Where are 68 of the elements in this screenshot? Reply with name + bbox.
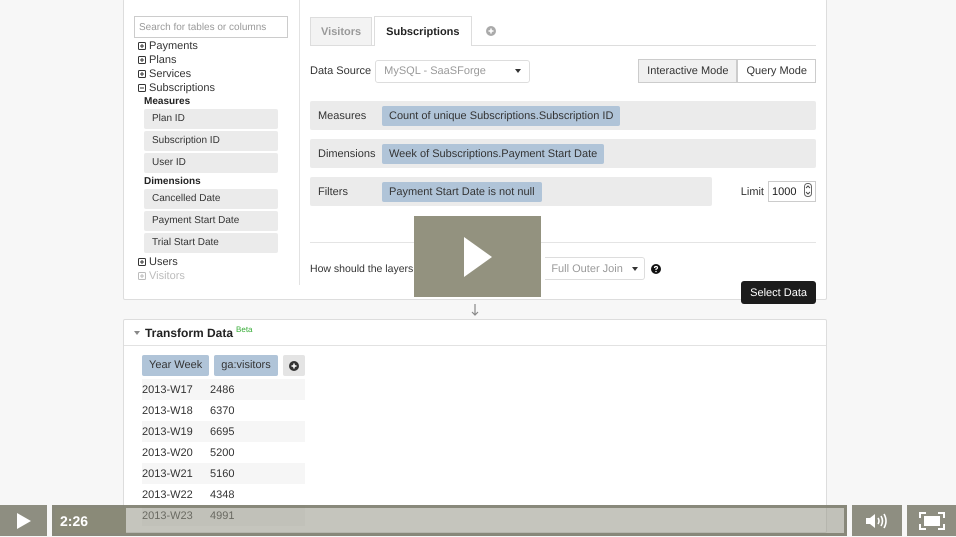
column-item[interactable]: Plan ID	[144, 109, 278, 129]
play-icon	[16, 512, 30, 528]
table-cell: 5160	[210, 468, 234, 480]
mode-button[interactable]: Interactive Mode	[638, 59, 738, 83]
limit-field[interactable]: 1000	[768, 181, 816, 202]
table-cell: 6695	[210, 426, 234, 438]
table-item[interactable]: Plans	[149, 54, 177, 66]
spinner-icon[interactable]	[804, 183, 812, 200]
column-item[interactable]: Cancelled Date	[144, 189, 278, 209]
minus-box-icon[interactable]	[138, 84, 146, 92]
fullscreen-button[interactable]	[907, 505, 956, 536]
column-item[interactable]: Payment Start Date	[144, 211, 278, 231]
table-cell-text: 2013-W19	[142, 426, 194, 438]
table-cell: 2486	[210, 384, 234, 396]
table-cell: 5200	[210, 446, 234, 458]
column-header[interactable]: ga:visitors	[214, 355, 278, 376]
table-cell-text: 2013-W18	[142, 404, 194, 416]
search-field[interactable]: Search for tables or columns	[134, 16, 288, 38]
row-label: Filters	[318, 186, 349, 198]
column-header[interactable]: Year Week	[142, 355, 210, 376]
table-cell: 6370	[210, 404, 234, 416]
table-cell: 4991	[210, 510, 234, 522]
table-cell: 4348	[210, 488, 234, 500]
volume-button[interactable]	[852, 505, 902, 536]
caret-icon	[515, 69, 522, 73]
plus-box-icon[interactable]	[138, 56, 146, 64]
caret-icon	[632, 266, 638, 270]
speaker-icon	[866, 512, 888, 528]
group-heading: Measures	[143, 95, 192, 109]
data-source-label: Data Source	[310, 65, 372, 77]
query-pill[interactable]: Count of unique Subscriptions.Subscription ID	[382, 106, 620, 126]
mode-button[interactable]: Query Mode	[737, 59, 816, 83]
play-icon	[464, 236, 492, 276]
column-item[interactable]: User ID	[144, 153, 278, 173]
table-item[interactable]: Users	[149, 256, 178, 268]
plus-box-icon[interactable]	[138, 70, 146, 78]
help-icon[interactable]	[651, 264, 662, 274]
plus-box-icon[interactable]	[138, 258, 146, 266]
time-label: 2:26	[60, 512, 88, 528]
play-overlay-button[interactable]	[414, 216, 541, 297]
play-button[interactable]	[0, 505, 47, 536]
add-column-button[interactable]	[282, 355, 305, 376]
layer-tab[interactable]: Subscriptions	[374, 16, 472, 46]
fullscreen-icon	[918, 512, 944, 530]
column-item[interactable]: Subscription ID	[144, 131, 278, 151]
table-cell-text: 2013-W21	[142, 468, 194, 480]
row-label: Dimensions	[318, 148, 376, 160]
section-title: Transform Data	[145, 326, 234, 340]
column-item[interactable]: Trial Start Date	[144, 233, 278, 253]
table-item[interactable]: Services	[149, 68, 192, 80]
table-cell-text: 2013-W22	[142, 488, 194, 500]
row-label: Measures	[318, 110, 368, 122]
table-item[interactable]: Subscriptions	[149, 82, 216, 94]
query-pill[interactable]: Week of Subscriptions.Payment Start Date	[382, 144, 604, 164]
table-cell-text: 2013-W20	[142, 446, 194, 458]
down-arrow-icon	[471, 304, 479, 316]
merge-question: How should the layers	[310, 262, 414, 274]
collapse-triangle-icon[interactable]	[134, 330, 140, 334]
beta-label: Beta	[236, 325, 252, 334]
group-heading: Dimensions	[143, 175, 202, 189]
select-data-button[interactable]: Select Data	[741, 281, 816, 304]
table-item[interactable]: Payments	[149, 40, 198, 52]
plus-box-icon[interactable]	[138, 42, 146, 50]
table-cell-text: 2013-W23	[142, 510, 194, 522]
table-cell-text: 2013-W17	[142, 384, 194, 396]
plus-circle-icon	[288, 360, 299, 370]
query-pill[interactable]: Payment Start Date is not null	[382, 182, 542, 202]
limit-label: Limit	[740, 186, 764, 198]
